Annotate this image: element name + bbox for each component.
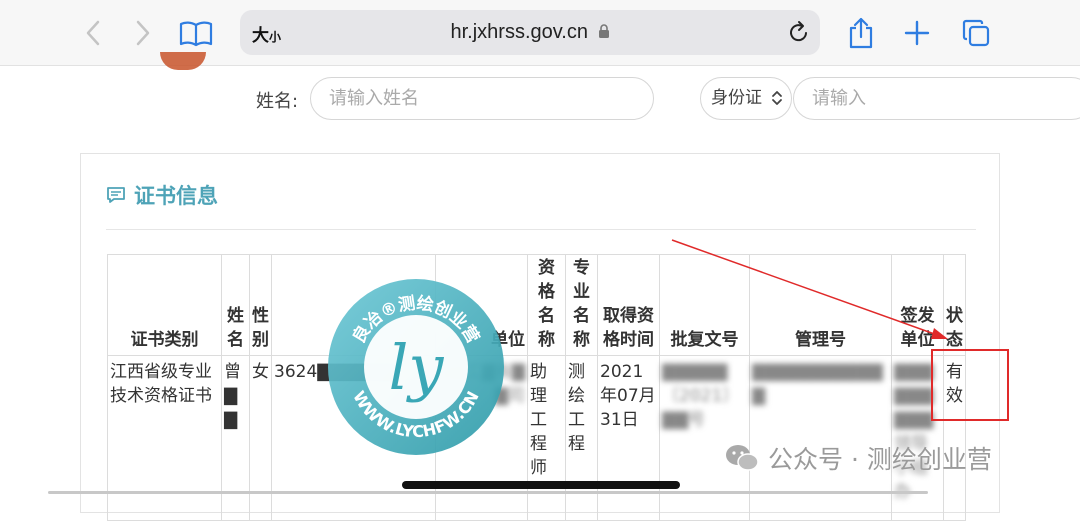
watermark-logo-icon: 良冶®测绘创业营 WWW.LYCHFW.CN ly [328,279,504,455]
horizontal-scrollbar[interactable] [48,491,928,494]
wechat-icon [726,445,759,471]
watermark-logo-text: ly [389,331,445,404]
highlight-box [931,349,1009,421]
account-text: 公众号 · 测绘创业营 [768,445,992,474]
home-indicator[interactable] [402,481,680,489]
annotation-arrow-icon [671,239,948,339]
account-watermark: 公众号 · 测绘创业营 [724,440,992,476]
